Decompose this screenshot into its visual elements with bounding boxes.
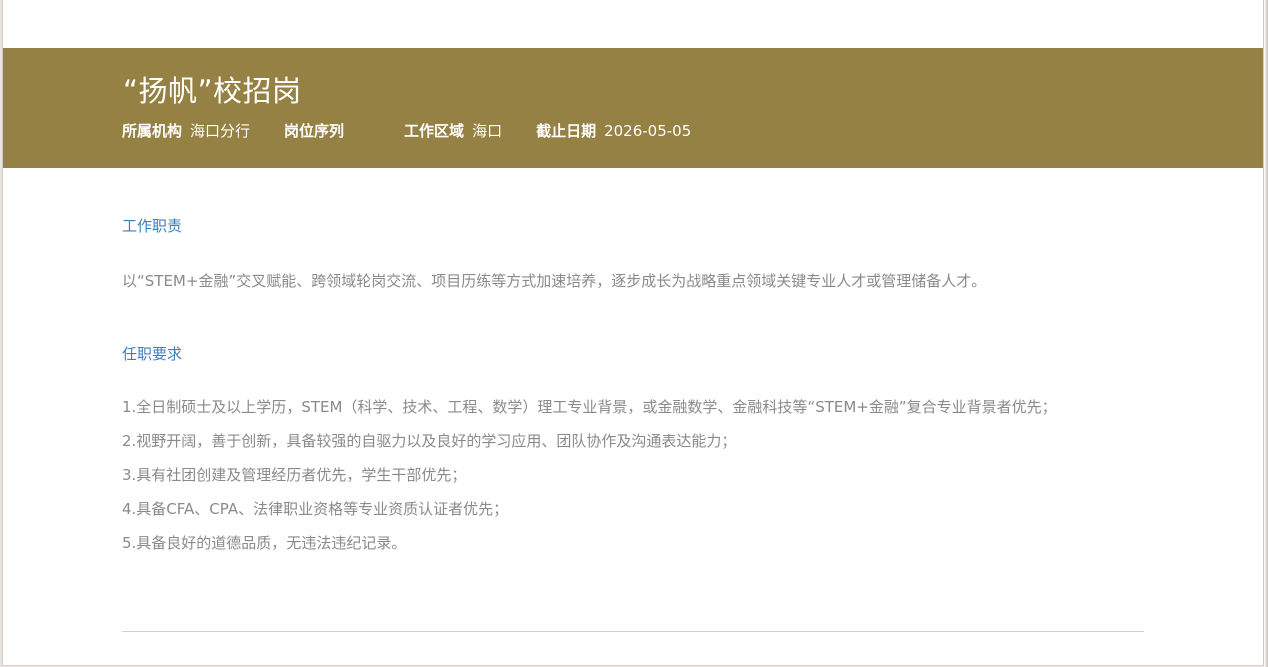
meta-deadline-label: 截止日期: [536, 122, 597, 140]
job-detail-window: “扬帆”校招岗 所属机构 海口分行 岗位序列 工作区域 海口 截止日期 2026…: [2, 0, 1264, 666]
window-edge: [1264, 0, 1268, 667]
meta-region-value: 海口: [472, 122, 503, 140]
job-banner: “扬帆”校招岗 所属机构 海口分行 岗位序列 工作区域 海口 截止日期 2026…: [3, 48, 1263, 168]
content-divider: [122, 631, 1144, 632]
requirements-heading: 任职要求: [122, 345, 183, 363]
requirement-item: 1.全日制硕士及以上学历，STEM（科学、技术、工程、数学）理工专业背景，或金融…: [122, 398, 1057, 416]
job-meta: 所属机构 海口分行 岗位序列 工作区域 海口 截止日期 2026-05-05: [122, 120, 725, 141]
meta-org-label: 所属机构: [122, 122, 183, 140]
requirement-item: 5.具备良好的道德品质，无违法违纪记录。: [122, 534, 407, 552]
duties-text: 以“STEM+金融”交叉赋能、跨领域轮岗交流、项目历练等方式加速培养，逐步成长为…: [122, 272, 987, 290]
requirement-item: 4.具备CFA、CPA、法律职业资格等专业资质认证者优先；: [122, 500, 509, 518]
meta-org-value: 海口分行: [190, 122, 251, 140]
meta-sequence-label: 岗位序列: [284, 122, 345, 140]
duties-heading: 工作职责: [122, 217, 183, 235]
meta-deadline-value: 2026-05-05: [604, 122, 692, 140]
meta-org: 所属机构 海口分行: [122, 120, 250, 141]
requirement-item: 2.视野开阔，善于创新，具备较强的自驱力以及良好的学习应用、团队协作及沟通表达能…: [122, 432, 737, 450]
requirements-list: 1.全日制硕士及以上学历，STEM（科学、技术、工程、数学）理工专业背景，或金融…: [122, 390, 1144, 560]
meta-deadline: 截止日期 2026-05-05: [536, 120, 691, 141]
job-title: “扬帆”校招岗: [123, 74, 302, 108]
meta-region: 工作区域 海口: [404, 120, 502, 141]
requirement-item: 3.具有社团创建及管理经历者优先，学生干部优先；: [122, 466, 467, 484]
meta-region-label: 工作区域: [404, 122, 465, 140]
meta-sequence: 岗位序列: [284, 120, 352, 141]
top-spacer: [3, 0, 1263, 48]
